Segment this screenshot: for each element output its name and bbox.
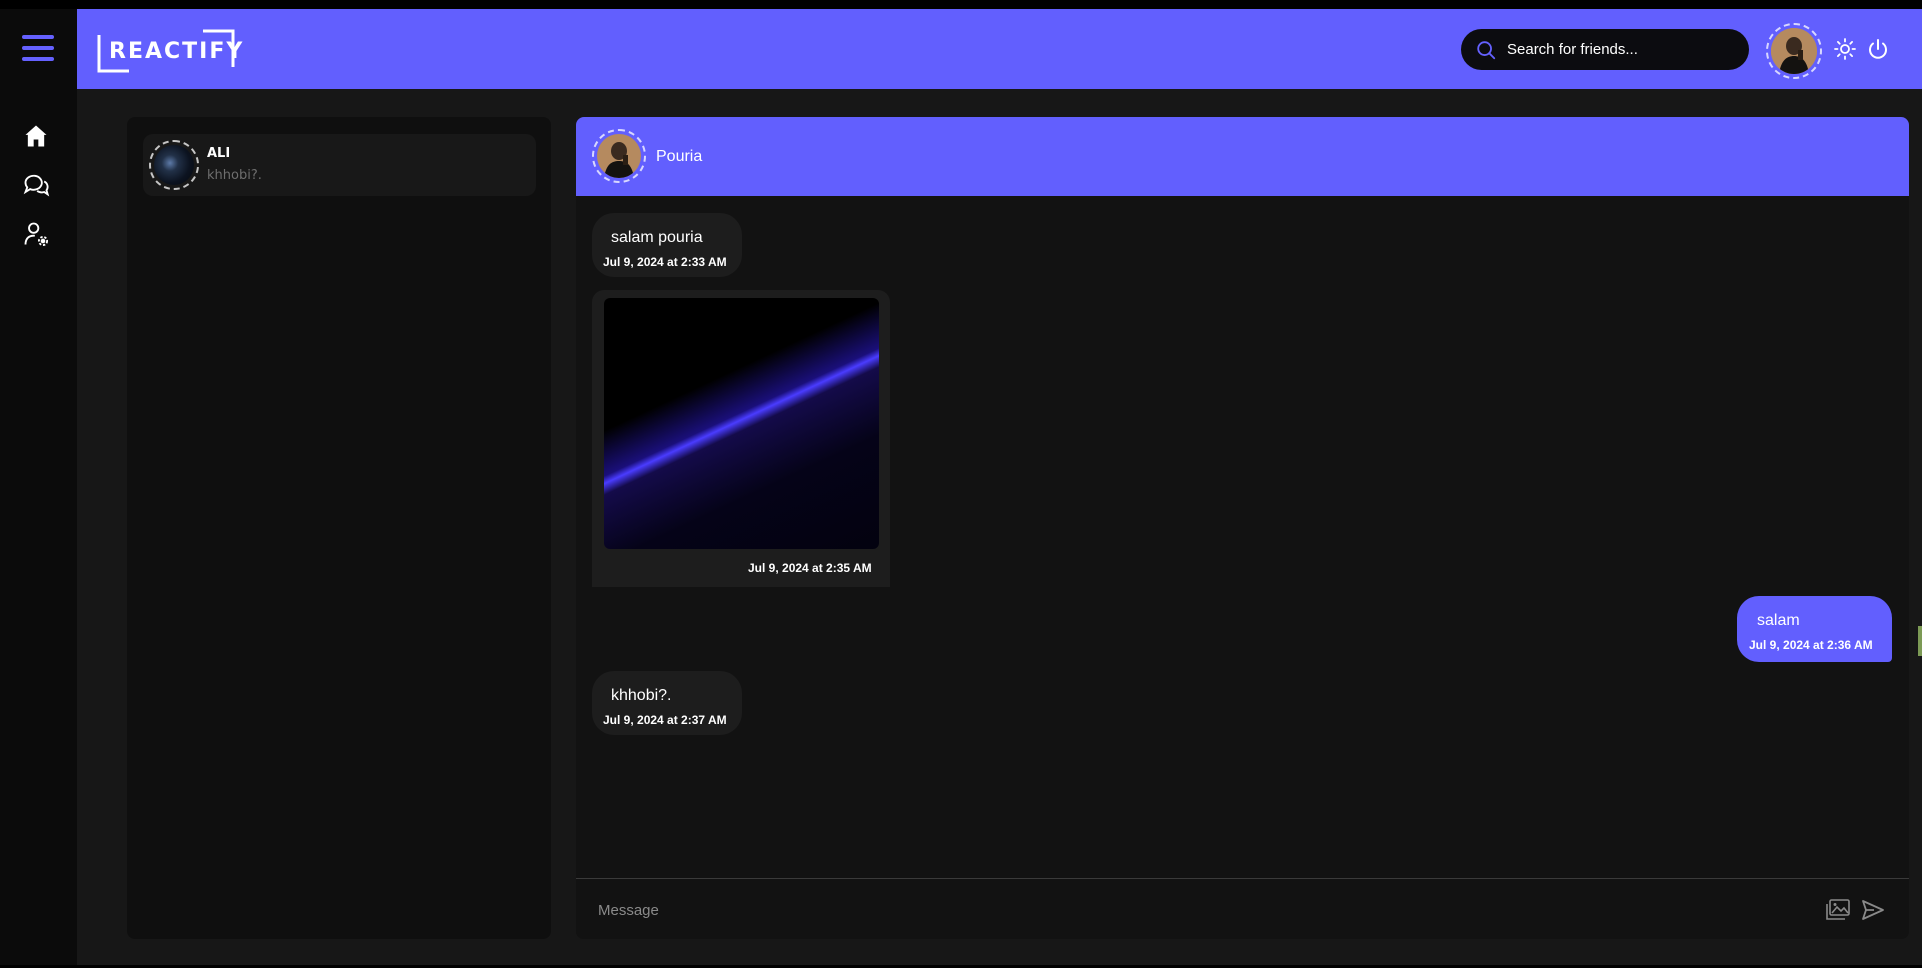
message-time: Jul 9, 2024 at 2:36 AM	[1749, 638, 1873, 652]
menu-line	[22, 35, 54, 39]
conversation-panel: Pouria salam pouria Jul 9, 2024 at 2:33 …	[576, 117, 1909, 939]
chat-last-message: khhobi?.	[207, 168, 262, 183]
message-text: khhobi?.	[611, 687, 672, 704]
chat-avatar	[154, 145, 194, 185]
outgoing-message: salam Jul 9, 2024 at 2:36 AM	[1737, 596, 1892, 662]
menu-toggle-icon[interactable]	[22, 35, 54, 67]
search-input[interactable]	[1507, 29, 1737, 70]
top-header: REACTIFY	[77, 9, 1922, 89]
logo-text: REACTIFY	[109, 39, 245, 64]
contact-name: Pouria	[656, 148, 703, 165]
window-top-border	[0, 0, 1922, 9]
home-icon[interactable]	[22, 122, 50, 150]
chat-list-panel	[127, 117, 551, 939]
incoming-image-message: Jul 9, 2024 at 2:35 AM	[592, 290, 890, 587]
incoming-message: salam pouria Jul 9, 2024 at 2:33 AM	[592, 213, 742, 277]
message-image[interactable]	[604, 298, 879, 549]
chat-contact-name: ALI	[207, 146, 231, 161]
conversation-header: Pouria	[576, 117, 1909, 196]
message-text: salam	[1757, 612, 1800, 629]
scroll-indicator	[1918, 626, 1922, 656]
contact-avatar[interactable]	[597, 134, 641, 178]
message-time: Jul 9, 2024 at 2:37 AM	[603, 713, 727, 727]
menu-line	[22, 46, 54, 50]
message-time: Jul 9, 2024 at 2:33 AM	[603, 255, 727, 269]
send-icon[interactable]	[1860, 898, 1886, 922]
search-box[interactable]	[1461, 29, 1749, 70]
menu-line	[22, 57, 54, 61]
message-text: salam pouria	[611, 229, 703, 246]
incoming-message: khhobi?. Jul 9, 2024 at 2:37 AM	[592, 671, 742, 735]
app-logo[interactable]: REACTIFY	[97, 29, 242, 73]
sidebar	[0, 9, 77, 965]
search-icon	[1477, 41, 1496, 60]
avatar-photo-icon	[1771, 28, 1817, 74]
chat-bubbles-icon[interactable]	[22, 171, 50, 199]
avatar-photo-icon	[597, 134, 641, 178]
message-input[interactable]	[598, 893, 1778, 927]
image-upload-icon[interactable]	[1825, 898, 1851, 922]
user-gear-icon[interactable]	[22, 220, 50, 248]
chat-list-item[interactable]: ALI khhobi?.	[143, 134, 536, 196]
sun-icon[interactable]	[1833, 37, 1857, 61]
message-composer	[576, 878, 1909, 939]
current-user-avatar[interactable]	[1771, 28, 1817, 74]
power-icon[interactable]	[1866, 37, 1890, 61]
message-time: Jul 9, 2024 at 2:35 AM	[748, 561, 872, 575]
